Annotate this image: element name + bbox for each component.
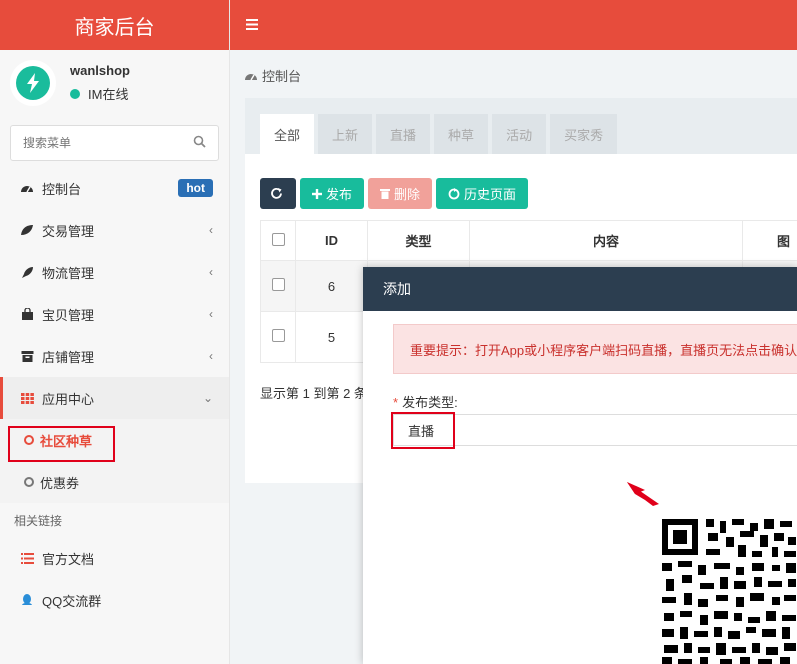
rocket-icon <box>20 265 34 279</box>
publish-button[interactable]: 发布 <box>300 178 365 209</box>
sidebar-menu: 控制台 hot 交易管理 ‹ 物流管理 ‹ 宝贝管理 ‹ 店铺管理 ‹ 应用中心… <box>0 167 229 621</box>
sidebar-item-dashboard[interactable]: 控制台 hot <box>0 167 229 209</box>
tab-activity[interactable]: 活动 <box>492 114 547 154</box>
important-notice: 重要提示：打开App或小程序客户端扫码直播，直播页无法点击确认 <box>393 324 797 374</box>
tab-buyer-show[interactable]: 买家秀 <box>550 114 618 154</box>
sidebar-item-qq-group[interactable]: QQ交流群 <box>0 579 229 621</box>
dashboard-icon <box>245 73 257 80</box>
table-header-row: ID 类型 内容 图 <box>260 220 797 261</box>
breadcrumb-item[interactable]: 控制台 <box>262 66 301 85</box>
sidebar-item-label: 优惠券 <box>40 475 80 491</box>
delete-button-label: 删除 <box>394 187 421 202</box>
avatar <box>10 60 56 106</box>
highlight-box <box>8 426 115 462</box>
search-icon[interactable] <box>193 135 206 151</box>
recycle-icon <box>448 187 460 199</box>
cell-id: 6 <box>295 260 368 312</box>
row-checkbox[interactable] <box>271 329 285 342</box>
sidebar: 商家后台 wanlshop IM在线 控制台 hot 交易管理 ‹ <box>0 0 230 664</box>
sidebar-item-trade[interactable]: 交易管理 ‹ <box>0 209 229 251</box>
user-name: wanlshop <box>70 63 130 78</box>
add-dialog: 添加 重要提示：打开App或小程序客户端扫码直播，直播页无法点击确认 * 发布类型… <box>363 267 797 664</box>
sidebar-item-label: 物流管理 <box>42 265 95 281</box>
row-checkbox[interactable] <box>271 278 285 291</box>
delete-button[interactable]: 删除 <box>368 178 433 209</box>
row-checkbox-cell <box>260 260 296 312</box>
sidebar-item-goods[interactable]: 宝贝管理 ‹ <box>0 293 229 335</box>
column-header-image[interactable]: 图 <box>742 220 797 261</box>
leaf-icon <box>20 223 34 237</box>
refresh-button[interactable] <box>260 178 296 209</box>
sidebar-item-label: 宝贝管理 <box>42 307 95 323</box>
hot-badge: hot <box>178 179 213 197</box>
chevron-down-icon: ⌄ <box>202 391 213 405</box>
sidebar-item-coupons[interactable]: 优惠券 <box>0 461 229 503</box>
toolbar: 发布 删除 历史页面 <box>260 178 532 209</box>
archive-icon <box>20 349 34 363</box>
dashboard-icon <box>20 181 34 195</box>
column-header-type[interactable]: 类型 <box>367 220 470 261</box>
shopping-bag-icon <box>20 307 34 321</box>
section-header: 相关链接 <box>14 513 63 528</box>
column-header-id[interactable]: ID <box>295 220 368 261</box>
publish-type-label-text: 发布类型: <box>402 395 458 410</box>
sidebar-item-docs[interactable]: 官方文档 <box>0 537 229 579</box>
lightning-icon <box>16 66 50 100</box>
user-status: IM在线 <box>88 87 129 102</box>
chevron-left-icon: ‹ <box>209 307 213 321</box>
list-icon <box>20 551 34 565</box>
publish-type-label: * 发布类型: <box>393 392 458 411</box>
plus-icon <box>312 188 322 199</box>
refresh-icon <box>270 187 282 199</box>
cell-id: 5 <box>295 311 368 363</box>
chevron-left-icon: ‹ <box>209 223 213 237</box>
sidebar-item-label: 控制台 <box>42 181 82 197</box>
history-button-label: 历史页面 <box>464 187 517 202</box>
sidebar-item-logistics[interactable]: 物流管理 ‹ <box>0 251 229 293</box>
chevron-left-icon: ‹ <box>209 349 213 363</box>
sidebar-item-label: 交易管理 <box>42 223 95 239</box>
select-all-cell <box>260 220 296 261</box>
qq-icon <box>20 593 34 607</box>
hamburger-menu-icon[interactable] <box>246 18 258 33</box>
grid-icon <box>20 391 34 405</box>
top-navbar <box>230 0 797 50</box>
chevron-left-icon: ‹ <box>209 265 213 279</box>
dialog-title: 添加 <box>363 267 797 311</box>
user-panel: wanlshop IM在线 <box>0 50 229 116</box>
row-checkbox-cell <box>260 311 296 363</box>
type-tabs: 全部 上新 直播 种草 活动 买家秀 <box>245 98 797 154</box>
sidebar-item-label: QQ交流群 <box>42 593 102 609</box>
circle-icon <box>24 477 34 487</box>
pagination-info: 显示第 1 到第 2 条 <box>260 386 367 401</box>
online-dot-icon <box>70 88 80 99</box>
tab-grass[interactable]: 种草 <box>434 114 489 154</box>
app-title[interactable]: 商家后台 <box>0 0 229 50</box>
tab-live[interactable]: 直播 <box>376 114 431 154</box>
menu-search <box>10 125 219 161</box>
publish-button-label: 发布 <box>326 187 353 202</box>
sidebar-item-label: 官方文档 <box>42 551 95 567</box>
menu-search-input[interactable] <box>23 136 173 150</box>
red-arrow-icon <box>627 482 659 506</box>
tab-all[interactable]: 全部 <box>260 114 315 154</box>
tab-new[interactable]: 上新 <box>318 114 373 154</box>
qr-code-icon <box>660 517 797 664</box>
breadcrumb: 控制台 <box>244 66 301 85</box>
column-header-content[interactable]: 内容 <box>469 220 743 261</box>
select-all-checkbox[interactable] <box>271 232 285 246</box>
required-marker: * <box>393 395 399 410</box>
trash-icon <box>380 189 391 199</box>
highlight-box <box>391 412 455 449</box>
sidebar-item-store[interactable]: 店铺管理 ‹ <box>0 335 229 377</box>
sidebar-item-label: 应用中心 <box>42 391 95 407</box>
sidebar-item-label: 店铺管理 <box>42 349 95 365</box>
sidebar-item-app-center[interactable]: 应用中心 ⌄ <box>0 377 229 419</box>
history-button[interactable]: 历史页面 <box>436 178 529 209</box>
